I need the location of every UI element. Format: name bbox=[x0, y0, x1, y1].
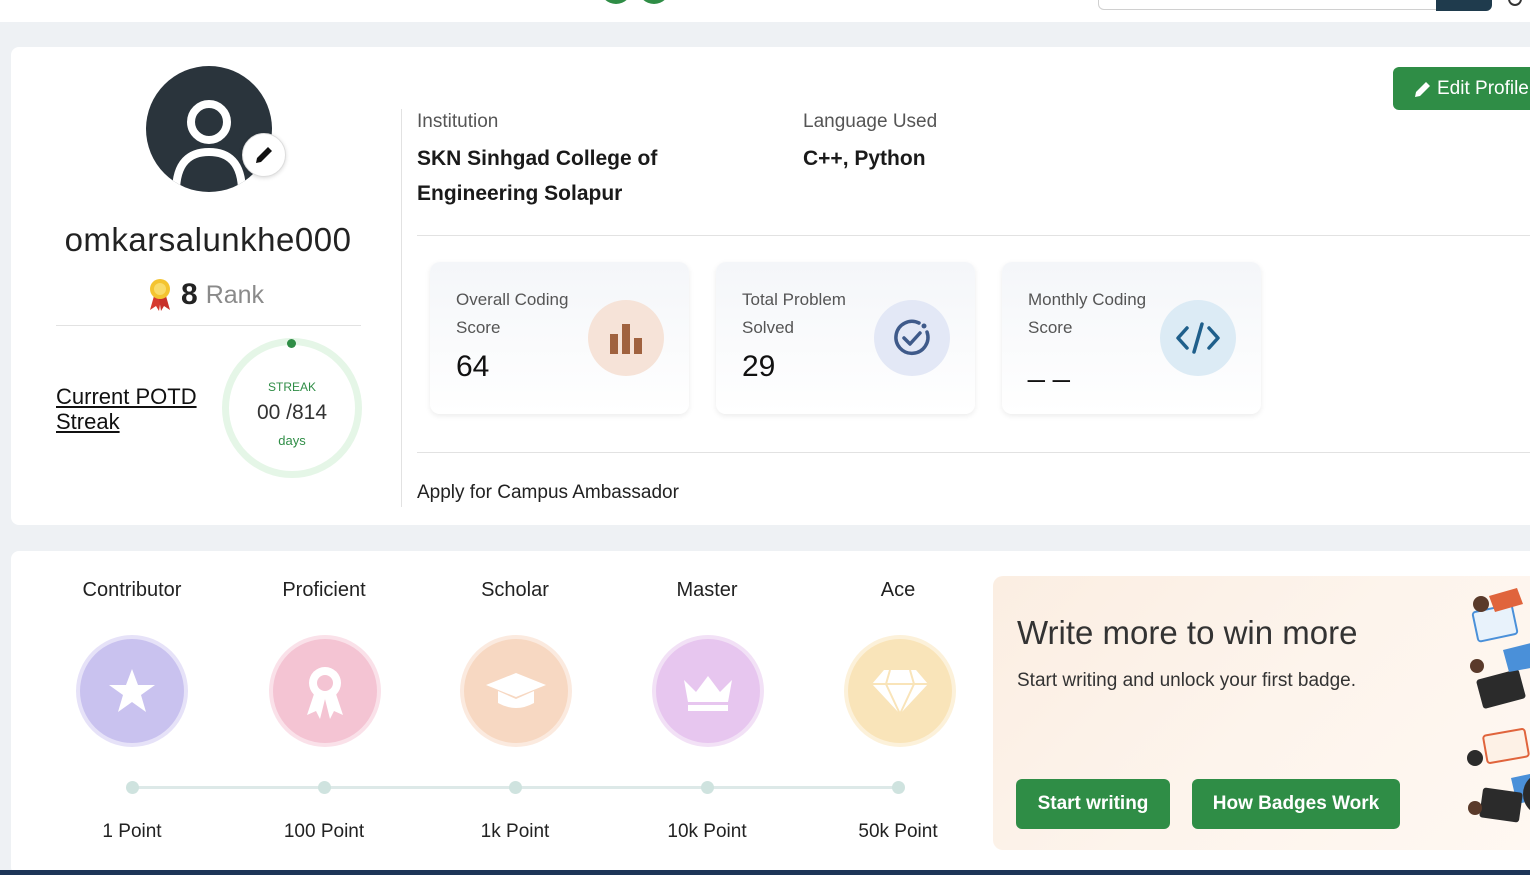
bottom-border bbox=[0, 870, 1530, 875]
stat-value: _ _ bbox=[1028, 350, 1070, 383]
avatar-edit-button[interactable] bbox=[242, 133, 286, 177]
pencil-icon bbox=[256, 147, 272, 163]
campus-ambassador-link[interactable]: Apply for Campus Ambassador bbox=[417, 482, 679, 504]
search-input[interactable] bbox=[1098, 0, 1438, 10]
nav-logo-right[interactable] bbox=[638, 0, 670, 4]
divider bbox=[56, 325, 361, 326]
profile-card: omkarsalunkhe000 8 Rank Current POTD Str… bbox=[11, 47, 1530, 525]
language-label: Language Used bbox=[803, 111, 938, 132]
username: omkarsalunkhe000 bbox=[64, 221, 352, 258]
rank-medal-icon bbox=[150, 279, 170, 311]
edit-profile-button[interactable]: Edit Profile bbox=[1393, 67, 1530, 110]
streak-progress-marker bbox=[287, 339, 296, 348]
track-dot bbox=[318, 781, 331, 794]
promo-title: Write more to win more bbox=[1017, 614, 1358, 651]
streak-count: 00 /814 bbox=[256, 401, 328, 424]
rank-label: Rank bbox=[205, 280, 265, 309]
stat-value: 29 bbox=[742, 350, 776, 383]
promo-subtitle: Start writing and unlock your first badg… bbox=[1017, 670, 1357, 691]
code-icon bbox=[1160, 300, 1236, 376]
star-icon[interactable] bbox=[80, 639, 184, 743]
stat-card-problems-solved: Total Problem Solved 29 bbox=[716, 262, 975, 414]
badge-title: Master bbox=[676, 579, 738, 601]
streak-title: STREAK bbox=[267, 380, 316, 394]
track-dot bbox=[509, 781, 522, 794]
how-badges-work-button[interactable]: How Badges Work bbox=[1192, 779, 1400, 829]
institution-value: SKN Sinhgad College of Engineering Solap… bbox=[417, 147, 658, 205]
search-button[interactable] bbox=[1436, 0, 1492, 11]
badge-points: 1 Point bbox=[102, 821, 162, 842]
stat-card-overall-score: Overall Coding Score 64 bbox=[430, 262, 689, 414]
badge-title: Ace bbox=[880, 579, 916, 601]
diamond-icon[interactable] bbox=[848, 639, 952, 743]
ribbon-icon[interactable] bbox=[273, 639, 377, 743]
language-value: C++, Python bbox=[803, 147, 926, 170]
stat-card-monthly-score: Monthly Coding Score _ _ bbox=[1002, 262, 1261, 414]
divider bbox=[417, 235, 1530, 236]
check-circle-icon bbox=[874, 300, 950, 376]
rank-row: 8 Rank bbox=[147, 275, 264, 315]
user-menu-icon[interactable] bbox=[1508, 0, 1522, 6]
writers-illustration-icon bbox=[1467, 588, 1530, 823]
write-promo-banner: Write more to win more Start writing and… bbox=[993, 576, 1530, 850]
badges-card: Contributor Proficient Scholar Master Ac… bbox=[11, 551, 1530, 875]
divider bbox=[417, 452, 1530, 453]
stat-label: Overall Coding Score bbox=[456, 290, 569, 337]
badge-points: 100 Point bbox=[283, 821, 365, 842]
badge-points: 1k Point bbox=[480, 821, 550, 842]
badge-points: 10k Point bbox=[667, 821, 747, 842]
badge-title: Proficient bbox=[282, 579, 366, 601]
streak-unit: days bbox=[278, 433, 306, 448]
track-dot bbox=[892, 781, 905, 794]
stat-label: Monthly Coding Score bbox=[1028, 290, 1147, 337]
badge-points: 50k Point bbox=[858, 821, 938, 842]
top-navbar bbox=[0, 0, 1530, 22]
vertical-divider bbox=[401, 109, 402, 507]
crown-icon[interactable] bbox=[656, 639, 760, 743]
nav-logo-left[interactable] bbox=[600, 0, 632, 4]
graduation-cap-icon[interactable] bbox=[464, 639, 568, 743]
stat-value: 64 bbox=[456, 350, 490, 383]
stat-label: Total Problem Solved bbox=[742, 290, 846, 337]
bar-chart-icon bbox=[588, 300, 664, 376]
institution-label: Institution bbox=[417, 111, 499, 132]
start-writing-button[interactable]: Start writing bbox=[1016, 779, 1170, 829]
rank-value: 8 bbox=[181, 278, 198, 311]
edit-profile-label: Edit Profile bbox=[1437, 77, 1529, 99]
badge-title: Contributor bbox=[82, 579, 182, 601]
badge-title: Scholar bbox=[481, 579, 549, 601]
track-dot bbox=[126, 781, 139, 794]
potd-streak-link[interactable]: Current POTD Streak bbox=[56, 384, 216, 434]
pencil-icon bbox=[1415, 81, 1430, 97]
track-dot bbox=[701, 781, 714, 794]
